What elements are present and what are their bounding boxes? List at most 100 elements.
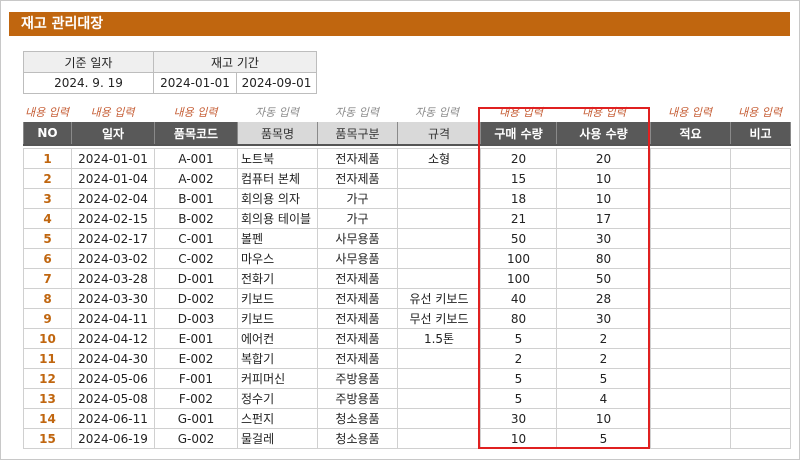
cell-name[interactable]: 스펀지 xyxy=(237,408,318,429)
cell-code[interactable]: D-003 xyxy=(154,308,238,329)
cell-spec[interactable] xyxy=(397,248,481,269)
cell-no[interactable]: 4 xyxy=(23,208,72,229)
cell-date[interactable]: 2024-06-11 xyxy=(71,408,155,429)
cell-name[interactable]: 마우스 xyxy=(237,248,318,269)
cell-use[interactable]: 30 xyxy=(556,228,651,249)
cell-use[interactable]: 28 xyxy=(556,288,651,309)
cell-use[interactable]: 10 xyxy=(556,168,651,189)
cell-no[interactable]: 6 xyxy=(23,248,72,269)
cell-use[interactable]: 2 xyxy=(556,328,651,349)
cell-name[interactable]: 전화기 xyxy=(237,268,318,289)
cell-use[interactable]: 17 xyxy=(556,208,651,229)
cell-spec[interactable] xyxy=(397,228,481,249)
cell-buy[interactable]: 30 xyxy=(480,408,557,429)
cell-no[interactable]: 13 xyxy=(23,388,72,409)
cell-date[interactable]: 2024-03-28 xyxy=(71,268,155,289)
cell-spec[interactable] xyxy=(397,188,481,209)
cell-spec[interactable] xyxy=(397,208,481,229)
cell-date[interactable]: 2024-04-30 xyxy=(71,348,155,369)
cell-remark[interactable] xyxy=(730,308,791,329)
cell-buy[interactable]: 15 xyxy=(480,168,557,189)
cell-buy[interactable]: 100 xyxy=(480,268,557,289)
cell-remark[interactable] xyxy=(730,328,791,349)
cell-note[interactable] xyxy=(650,308,731,329)
cell-spec[interactable] xyxy=(397,168,481,189)
cell-spec[interactable]: 유선 키보드 xyxy=(397,288,481,309)
cell-code[interactable]: A-002 xyxy=(154,168,238,189)
cell-spec[interactable] xyxy=(397,388,481,409)
cell-note[interactable] xyxy=(650,148,731,169)
cell-no[interactable]: 7 xyxy=(23,268,72,289)
cell-date[interactable]: 2024-01-01 xyxy=(71,148,155,169)
cell-date[interactable]: 2024-05-06 xyxy=(71,368,155,389)
cell-spec[interactable]: 1.5톤 xyxy=(397,328,481,349)
cell-no[interactable]: 8 xyxy=(23,288,72,309)
cell-date[interactable]: 2024-02-15 xyxy=(71,208,155,229)
cell-category[interactable]: 청소용품 xyxy=(317,408,398,429)
cell-buy[interactable]: 5 xyxy=(480,328,557,349)
cell-remark[interactable] xyxy=(730,268,791,289)
cell-date[interactable]: 2024-02-17 xyxy=(71,228,155,249)
cell-name[interactable]: 키보드 xyxy=(237,288,318,309)
cell-name[interactable]: 노트북 xyxy=(237,148,318,169)
cell-name[interactable]: 회의용 의자 xyxy=(237,188,318,209)
cell-code[interactable]: G-002 xyxy=(154,428,238,449)
cell-category[interactable]: 전자제품 xyxy=(317,288,398,309)
cell-buy[interactable]: 10 xyxy=(480,428,557,449)
cell-code[interactable]: C-002 xyxy=(154,248,238,269)
cell-buy[interactable]: 20 xyxy=(480,148,557,169)
cell-no[interactable]: 12 xyxy=(23,368,72,389)
cell-date[interactable]: 2024-03-02 xyxy=(71,248,155,269)
cell-category[interactable]: 청소용품 xyxy=(317,428,398,449)
cell-date[interactable]: 2024-03-30 xyxy=(71,288,155,309)
cell-category[interactable]: 전자제품 xyxy=(317,328,398,349)
cell-category[interactable]: 사무용품 xyxy=(317,248,398,269)
cell-name[interactable]: 물걸레 xyxy=(237,428,318,449)
cell-category[interactable]: 전자제품 xyxy=(317,348,398,369)
cell-remark[interactable] xyxy=(730,388,791,409)
cell-buy[interactable]: 5 xyxy=(480,368,557,389)
cell-date[interactable]: 2024-02-04 xyxy=(71,188,155,209)
cell-buy[interactable]: 100 xyxy=(480,248,557,269)
cell-remark[interactable] xyxy=(730,348,791,369)
cell-buy[interactable]: 50 xyxy=(480,228,557,249)
cell-spec[interactable] xyxy=(397,428,481,449)
cell-category[interactable]: 주방용품 xyxy=(317,368,398,389)
cell-name[interactable]: 볼펜 xyxy=(237,228,318,249)
cell-no[interactable]: 5 xyxy=(23,228,72,249)
base-date-cell[interactable]: 2024. 9. 19 xyxy=(23,72,154,94)
cell-code[interactable]: A-001 xyxy=(154,148,238,169)
cell-code[interactable]: C-001 xyxy=(154,228,238,249)
cell-note[interactable] xyxy=(650,248,731,269)
cell-code[interactable]: F-002 xyxy=(154,388,238,409)
cell-remark[interactable] xyxy=(730,188,791,209)
cell-category[interactable]: 주방용품 xyxy=(317,388,398,409)
cell-name[interactable]: 키보드 xyxy=(237,308,318,329)
cell-note[interactable] xyxy=(650,388,731,409)
cell-date[interactable]: 2024-05-08 xyxy=(71,388,155,409)
cell-note[interactable] xyxy=(650,208,731,229)
cell-use[interactable]: 50 xyxy=(556,268,651,289)
cell-code[interactable]: F-001 xyxy=(154,368,238,389)
cell-category[interactable]: 가구 xyxy=(317,208,398,229)
cell-buy[interactable]: 21 xyxy=(480,208,557,229)
cell-remark[interactable] xyxy=(730,368,791,389)
cell-category[interactable]: 전자제품 xyxy=(317,148,398,169)
cell-no[interactable]: 9 xyxy=(23,308,72,329)
cell-remark[interactable] xyxy=(730,248,791,269)
cell-remark[interactable] xyxy=(730,148,791,169)
cell-note[interactable] xyxy=(650,288,731,309)
cell-category[interactable]: 가구 xyxy=(317,188,398,209)
cell-use[interactable]: 5 xyxy=(556,368,651,389)
cell-spec[interactable] xyxy=(397,408,481,429)
cell-use[interactable]: 4 xyxy=(556,388,651,409)
cell-buy[interactable]: 2 xyxy=(480,348,557,369)
cell-no[interactable]: 1 xyxy=(23,148,72,169)
cell-category[interactable]: 사무용품 xyxy=(317,228,398,249)
cell-remark[interactable] xyxy=(730,408,791,429)
cell-no[interactable]: 3 xyxy=(23,188,72,209)
cell-code[interactable]: B-002 xyxy=(154,208,238,229)
cell-no[interactable]: 14 xyxy=(23,408,72,429)
cell-use[interactable]: 10 xyxy=(556,188,651,209)
cell-use[interactable]: 5 xyxy=(556,428,651,449)
